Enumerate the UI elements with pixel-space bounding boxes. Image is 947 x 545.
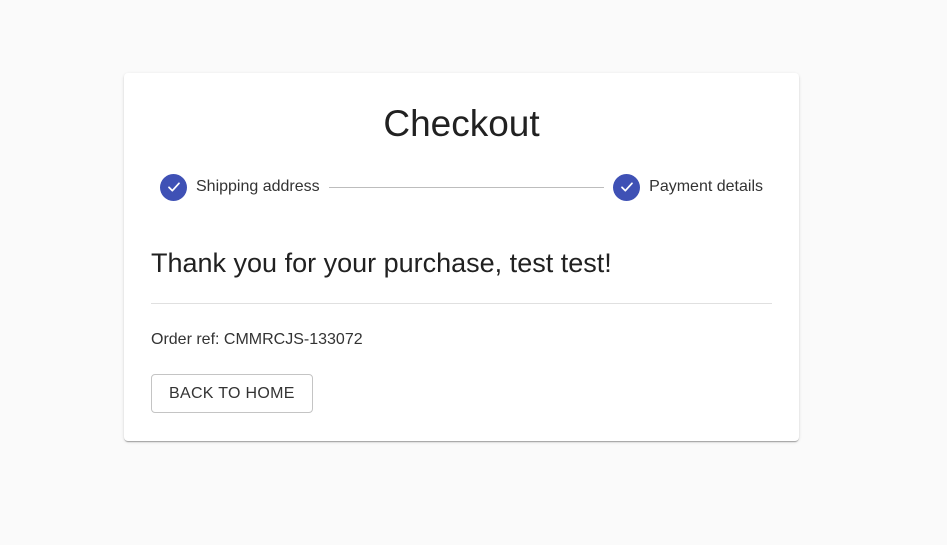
thank-you-heading: Thank you for your purchase, test test! [151,248,612,278]
step-connector [328,186,605,188]
step-shipping-address: Shipping address [160,173,320,201]
step-payment-details: Payment details [613,173,763,201]
back-to-home-button[interactable]: BACK TO HOME [151,374,313,413]
checkout-stepper: Shipping address Payment details [160,173,763,201]
divider [151,303,772,304]
check-icon [613,173,641,201]
step-label: Shipping address [196,178,320,195]
order-reference: Order ref: CMMRCJS-133072 [151,331,363,348]
step-label: Payment details [649,178,763,195]
page-title: Checkout [383,103,540,144]
checkout-card: Checkout Shipping address Payment detail… [124,73,799,441]
check-icon [160,173,187,201]
